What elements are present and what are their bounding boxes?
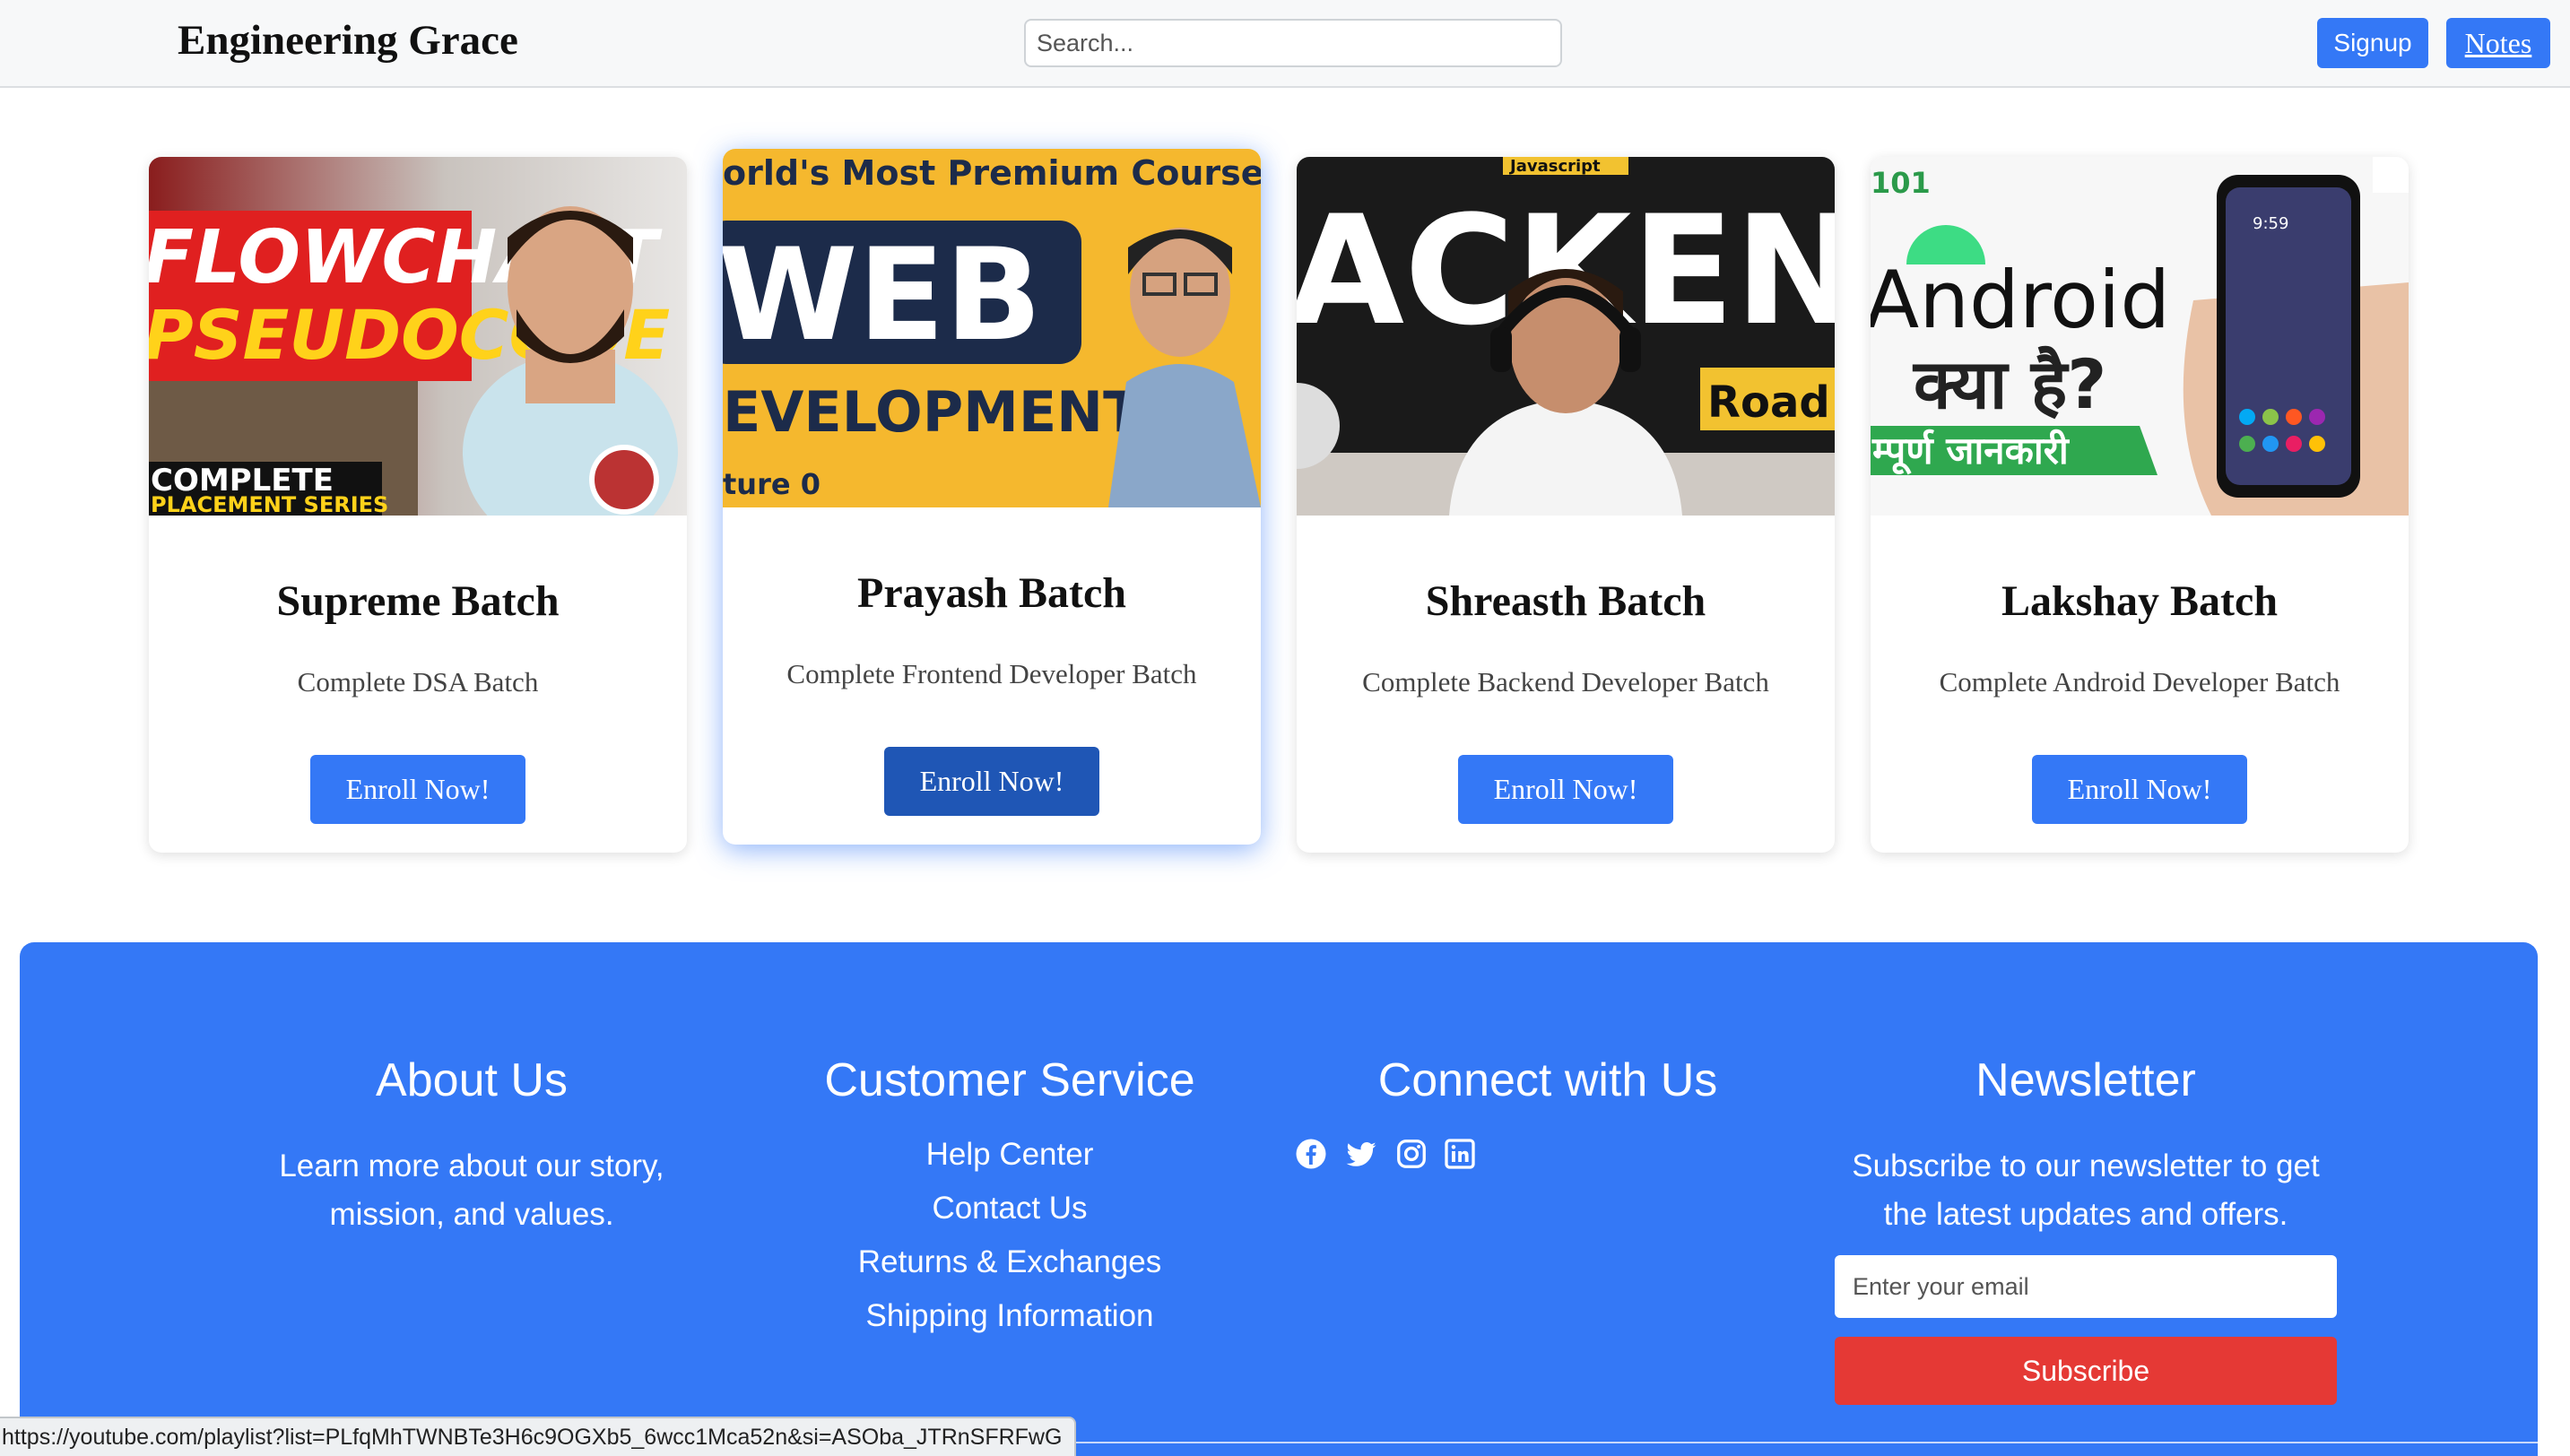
svg-text:Javascript: Javascript — [1508, 157, 1601, 176]
svg-text:101: 101 — [1871, 166, 1931, 200]
instagram-icon[interactable] — [1395, 1138, 1428, 1170]
svg-text:EVELOPMENT: EVELOPMENT — [723, 379, 1141, 445]
svg-text:क्या है?: क्या है? — [1912, 344, 2106, 424]
about-us-text: Learn more about our story, mission, and… — [203, 1142, 741, 1239]
card-description: Complete DSA Batch — [297, 666, 539, 698]
newsletter-line: Subscribe to our newsletter to get — [1852, 1148, 2320, 1183]
returns-exchanges-link[interactable]: Returns & Exchanges — [741, 1244, 1279, 1280]
brand-logo-text[interactable]: Engineering Grace — [178, 16, 518, 65]
newsletter-heading: Newsletter — [1975, 1054, 2196, 1106]
facebook-icon[interactable] — [1295, 1138, 1327, 1170]
shipping-information-link[interactable]: Shipping Information — [741, 1298, 1279, 1334]
course-thumbnail[interactable]: orld's Most Premium Course on WEB EVELOP… — [723, 149, 1261, 507]
svg-text:Road: Road — [1707, 377, 1830, 428]
enroll-now-button[interactable]: Enroll Now! — [1458, 755, 1673, 824]
top-navbar: Engineering Grace Signup Notes — [0, 0, 2570, 88]
search-input[interactable] — [1024, 19, 1562, 67]
help-center-link[interactable]: Help Center — [741, 1137, 1279, 1173]
course-card-shreasth: Javascript ACKEN Road Shreasth Batch Com… — [1297, 157, 1835, 853]
svg-text:Android: Android — [1871, 254, 2170, 346]
card-title: Lakshay Batch — [2001, 577, 2279, 625]
svg-text:orld's Most Premium Course on: orld's Most Premium Course on — [723, 153, 1261, 193]
enroll-now-button[interactable]: Enroll Now! — [310, 755, 525, 824]
newsletter-line: the latest updates and offers. — [1883, 1197, 2288, 1232]
course-thumbnail[interactable]: 101 Android क्या है? म्पूर्ण जानकारी 9:5… — [1871, 157, 2409, 516]
browser-status-url: https://youtube.com/playlist?list=PLfqMh… — [0, 1417, 1076, 1456]
contact-us-link[interactable]: Contact Us — [741, 1191, 1279, 1226]
linkedin-icon[interactable] — [1444, 1138, 1476, 1170]
course-thumbnail[interactable]: Javascript ACKEN Road — [1297, 157, 1835, 516]
card-description: Complete Backend Developer Batch — [1362, 666, 1769, 698]
svg-text:9:59: 9:59 — [2253, 214, 2288, 233]
card-description: Complete Android Developer Batch — [1939, 666, 2340, 698]
course-card-prayash: orld's Most Premium Course on WEB EVELOP… — [723, 149, 1261, 845]
notes-link[interactable]: Notes — [2446, 18, 2550, 68]
connect-with-us-heading: Connect with Us — [1377, 1054, 1718, 1106]
enroll-now-button[interactable]: Enroll Now! — [884, 747, 1099, 816]
svg-text:PLACEMENT SERIES: PLACEMENT SERIES — [151, 492, 388, 516]
svg-text:ture 0: ture 0 — [723, 467, 820, 501]
newsletter-text: Subscribe to our newsletter to get the l… — [1817, 1142, 2355, 1239]
course-card-supreme: FLOWCHART PSEUDOCODE COMPLETE PLACEMENT … — [149, 157, 687, 853]
card-title: Supreme Batch — [276, 577, 560, 625]
customer-service-heading: Customer Service — [824, 1054, 1195, 1106]
card-title: Shreasth Batch — [1425, 577, 1706, 625]
course-thumbnail[interactable]: FLOWCHART PSEUDOCODE COMPLETE PLACEMENT … — [149, 157, 687, 516]
subscribe-button[interactable]: Subscribe — [1835, 1337, 2337, 1405]
svg-text:म्पूर्ण जानकारी: म्पूर्ण जानकारी — [1871, 429, 2071, 475]
enroll-now-button[interactable]: Enroll Now! — [2032, 755, 2247, 824]
card-description: Complete Frontend Developer Batch — [786, 658, 1197, 689]
svg-text:WEB: WEB — [723, 221, 1042, 369]
about-us-heading: About Us — [376, 1054, 568, 1106]
course-card-lakshay: 101 Android क्या है? म्पूर्ण जानकारी 9:5… — [1871, 157, 2409, 853]
about-us-line: Learn more about our story, — [279, 1148, 664, 1183]
card-title: Prayash Batch — [857, 569, 1126, 617]
twitter-icon[interactable] — [1345, 1138, 1377, 1170]
newsletter-email-input[interactable] — [1835, 1255, 2337, 1318]
about-us-line: mission, and values. — [329, 1197, 614, 1232]
signup-button[interactable]: Signup — [2317, 18, 2428, 68]
